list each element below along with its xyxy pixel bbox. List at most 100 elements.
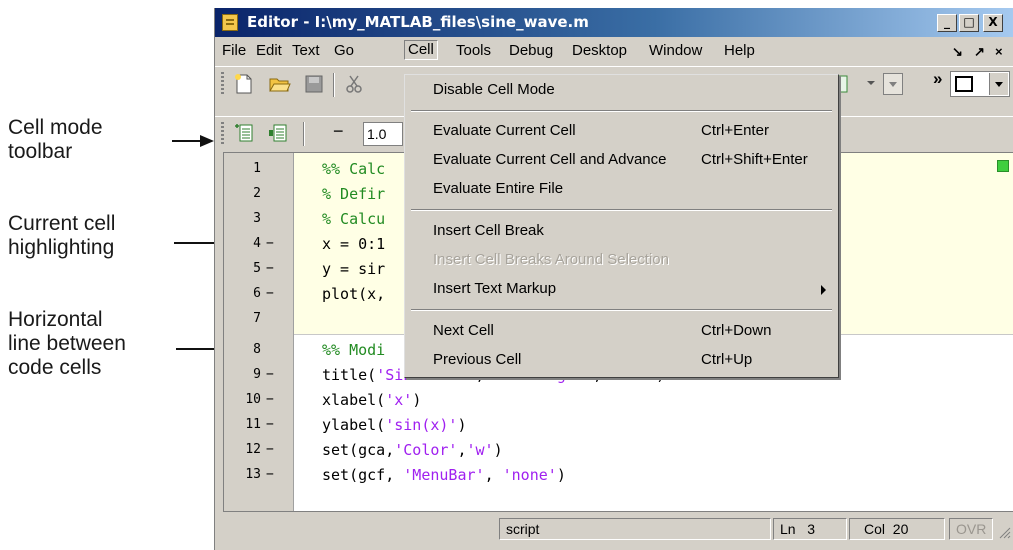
string-token: 'w' <box>466 441 494 459</box>
code-analyzer-status-indicator[interactable] <box>997 160 1009 172</box>
toolbar-separator <box>303 122 305 146</box>
increment-value-field[interactable]: 1.0 <box>363 122 403 146</box>
menu-text[interactable]: Text <box>289 41 323 61</box>
save-icon[interactable] <box>303 73 325 95</box>
new-file-icon[interactable] <box>233 73 255 95</box>
line-number: 2 <box>253 186 261 201</box>
code-text: % Defir <box>322 185 386 203</box>
line-number: 5 <box>253 261 261 276</box>
menu-item-label: Evaluate Entire File <box>433 180 564 197</box>
evaluate-cell-advance-icon[interactable] <box>267 122 289 144</box>
code-text: set(gcf, 'MenuBar', 'none') <box>322 463 566 487</box>
close-doc-icon[interactable]: × <box>995 44 1003 59</box>
annotation-arrow-line <box>172 140 202 142</box>
breakpoint-marker[interactable]: − <box>266 282 274 306</box>
column-label: Col <box>864 521 886 537</box>
toolbar-grip[interactable] <box>221 122 224 146</box>
evaluate-cell-icon[interactable] <box>233 122 255 144</box>
minimize-button[interactable]: _ <box>937 14 957 32</box>
status-bar: script Ln 3 Col 20 OVR <box>215 515 1013 543</box>
layout-selector[interactable] <box>950 71 1010 97</box>
breakpoint-marker[interactable]: − <box>266 257 274 281</box>
breakpoint-marker[interactable]: − <box>266 232 274 256</box>
code-text: %% Calc <box>322 160 386 178</box>
menu-help[interactable]: Help <box>721 41 758 61</box>
submenu-arrow-icon <box>821 285 826 295</box>
code-token: xlabel( <box>322 391 386 409</box>
menu-separator <box>411 110 832 112</box>
menu-file[interactable]: File <box>219 41 249 61</box>
menu-item-insert-cell-breaks-around-selection: Insert Cell Breaks Around Selection <box>405 247 838 273</box>
menu-item-evaluate-current-cell[interactable]: Evaluate Current Cell Ctrl+Enter <box>405 118 838 144</box>
menu-item-shortcut: Ctrl+Shift+Enter <box>701 151 808 168</box>
breakpoint-marker[interactable]: − <box>266 363 274 387</box>
annotation-text-line: Cell mode <box>8 116 103 139</box>
overwrite-indicator: OVR <box>949 518 993 540</box>
menu-item-label: Evaluate Current Cell and Advance <box>433 151 667 168</box>
window-title: Editor - I:\my_MATLAB_files\sine_wave.m <box>247 13 589 31</box>
toolbar-grip[interactable] <box>221 72 224 96</box>
undock-icon[interactable]: ↗ <box>974 44 985 60</box>
title-bar[interactable]: Editor - I:\my_MATLAB_files\sine_wave.m … <box>215 8 1013 37</box>
code-line[interactable]: 10 − xlabel('x') <box>224 388 1013 412</box>
line-number: 6 <box>253 286 261 301</box>
line-number: 7 <box>253 311 261 326</box>
toolbar-dropdown[interactable] <box>883 73 903 95</box>
annotation-text-line: Current cell <box>8 212 116 235</box>
menu-item-disable-cell-mode[interactable]: Disable Cell Mode <box>405 77 838 103</box>
code-token: ) <box>556 466 566 484</box>
menu-go[interactable]: Go <box>331 41 357 61</box>
menu-item-insert-text-markup[interactable]: Insert Text Markup <box>405 276 838 302</box>
line-field: Ln 3 <box>773 518 847 540</box>
menu-tools[interactable]: Tools <box>453 41 494 61</box>
code-token: ) <box>457 416 467 434</box>
toolbar-separator <box>333 73 335 97</box>
menu-cell[interactable]: Cell <box>404 40 438 60</box>
breakpoint-marker[interactable]: − <box>266 413 274 437</box>
line-number: 13 <box>245 467 261 482</box>
breakpoint-marker[interactable]: − <box>266 388 274 412</box>
menu-desktop[interactable]: Desktop <box>569 41 630 61</box>
annotation-text-line: toolbar <box>8 140 73 163</box>
decrement-button[interactable]: − <box>333 121 344 142</box>
code-line[interactable]: 12 − set(gca,'Color','w') <box>224 438 1013 462</box>
breakpoint-marker[interactable]: − <box>266 438 274 462</box>
menu-item-label: Insert Text Markup <box>433 280 557 297</box>
string-token: 'none' <box>502 466 557 484</box>
code-text: %% Modi <box>322 341 386 359</box>
resize-grip-icon[interactable] <box>997 525 1011 539</box>
run-dropdown-arrow[interactable] <box>867 81 875 85</box>
toolbar-overflow-chevron[interactable]: » <box>933 69 942 89</box>
menu-edit[interactable]: Edit <box>253 41 285 61</box>
menu-bar: File Edit Text Go Cell Tools Debug Deskt… <box>215 37 1013 64</box>
code-token: ) <box>493 441 503 459</box>
string-token: 'sin(x)' <box>385 416 458 434</box>
menu-item-insert-cell-break[interactable]: Insert Cell Break <box>405 218 838 244</box>
line-number: 10 <box>245 392 261 407</box>
code-line[interactable]: 11 − ylabel('sin(x)') <box>224 413 1013 437</box>
line-number: 1 <box>253 161 261 176</box>
menu-item-label: Disable Cell Mode <box>433 81 555 98</box>
code-token: ylabel( <box>322 416 386 434</box>
menu-item-evaluate-entire-file[interactable]: Evaluate Entire File <box>405 176 838 202</box>
code-line[interactable]: 13 − set(gcf, 'MenuBar', 'none') <box>224 463 1013 487</box>
menu-item-label: Previous Cell <box>433 351 522 368</box>
string-token: 'MenuBar' <box>403 466 485 484</box>
menu-item-shortcut: Ctrl+Down <box>701 322 772 339</box>
close-button[interactable]: X <box>983 14 1003 32</box>
code-text: xlabel('x') <box>322 388 421 412</box>
annotation-text-line: highlighting <box>8 236 115 259</box>
menu-item-evaluate-and-advance[interactable]: Evaluate Current Cell and Advance Ctrl+S… <box>405 147 838 173</box>
menu-window[interactable]: Window <box>646 41 705 61</box>
line-number: 3 <box>253 211 261 226</box>
open-folder-icon[interactable] <box>269 73 291 95</box>
maximize-button[interactable]: □ <box>959 14 979 32</box>
annotation-text-line: Horizontal <box>8 308 103 331</box>
menu-item-next-cell[interactable]: Next Cell Ctrl+Down <box>405 318 838 344</box>
dock-icon[interactable]: ↘ <box>952 44 963 60</box>
cut-icon[interactable] <box>343 73 365 95</box>
menu-item-previous-cell[interactable]: Previous Cell Ctrl+Up <box>405 347 838 373</box>
menu-debug[interactable]: Debug <box>506 41 556 61</box>
menu-separator <box>411 309 832 311</box>
breakpoint-marker[interactable]: − <box>266 463 274 487</box>
